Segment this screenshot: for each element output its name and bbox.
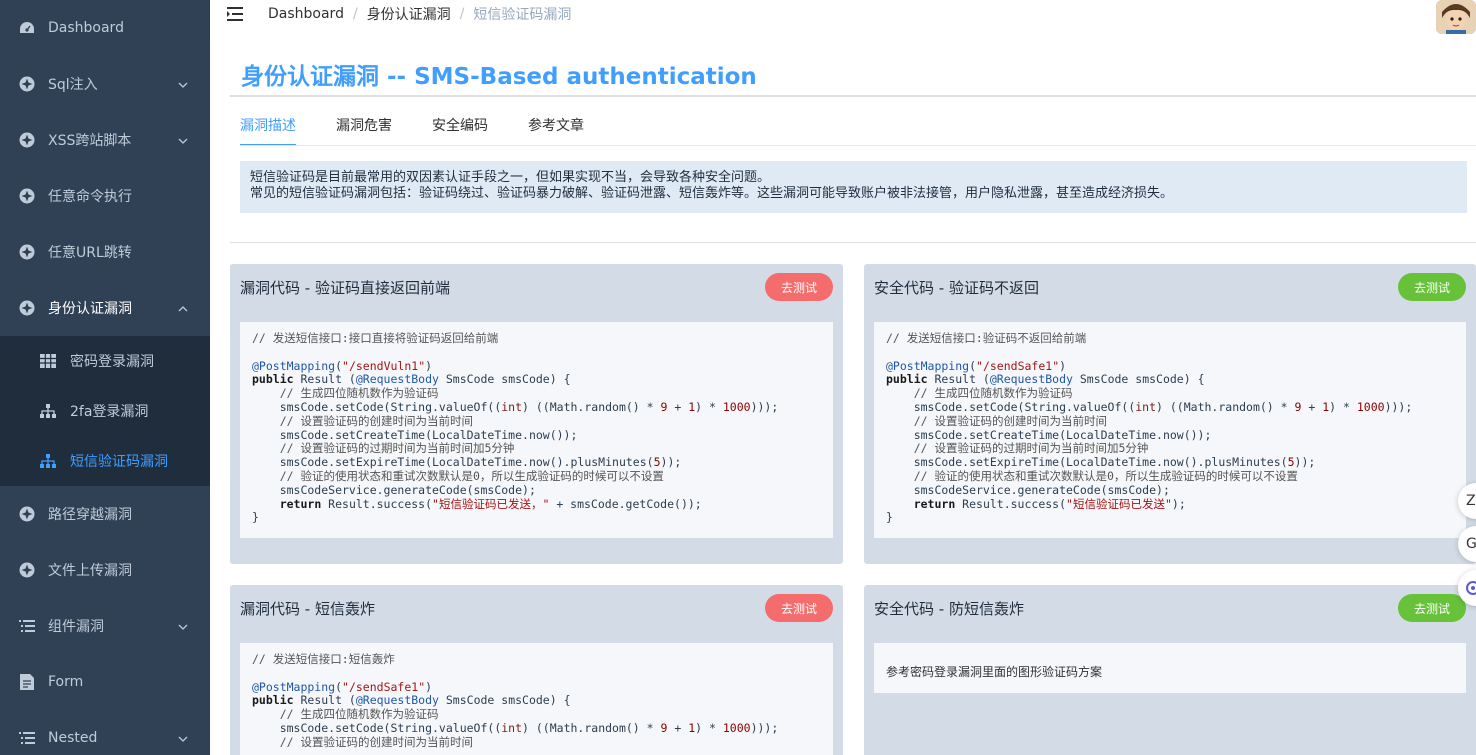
breadcrumb-separator: / <box>352 6 358 22</box>
sidebar-item-label: Sql注入 <box>48 77 98 93</box>
description-line: 短信验证码是目前最常用的双因素认证手段之一，但如果实现不当，会导致各种安全问题。 <box>250 170 771 185</box>
list-icon <box>19 730 35 746</box>
tabs-divider <box>240 145 1476 146</box>
form-icon <box>19 674 35 690</box>
sidebar-item-item-0[interactable]: 路径穿越漏洞 <box>0 486 210 542</box>
text-block: 参考密码登录漏洞里面的图形验证码方案 <box>874 643 1466 693</box>
section-divider <box>230 242 1476 243</box>
sidebar-item-label: 身份认证漏洞 <box>48 301 132 317</box>
avatar[interactable] <box>1436 0 1476 34</box>
sidebar-item-item-3[interactable]: 任意命令执行 <box>0 168 210 224</box>
description-line: 常见的短信验证码漏洞包括：验证码绕过、验证码暴力破解、验证码泄露、短信轰炸等。这… <box>250 186 1174 201</box>
sidebar-item-item-1[interactable]: 文件上传漏洞 <box>0 542 210 598</box>
test-button[interactable]: 去测试 <box>765 594 833 622</box>
dashboard-icon <box>19 20 35 36</box>
safe-code-card-no-return: 安全代码 - 验证码不返回 去测试 // 发送短信接口:验证码不返回给前端 @P… <box>864 264 1476 564</box>
chevron-down-icon <box>178 78 188 88</box>
component-icon <box>19 132 35 148</box>
breadcrumb-current: 短信验证码漏洞 <box>473 7 572 23</box>
sidebar-item-label: 组件漏洞 <box>48 619 104 635</box>
vuln-code-card-sms-bombing: 漏洞代码 - 短信轰炸 去测试 // 发送短信接口:短信轰炸 @PostMapp… <box>230 585 843 755</box>
chevron-down-icon <box>178 134 188 144</box>
tabs: 漏洞描述 漏洞危害 安全编码 参考文章 <box>240 116 624 146</box>
sidebar-item-label: Nested <box>48 730 98 746</box>
safe-code-card-anti-bombing: 安全代码 - 防短信轰炸 去测试 参考密码登录漏洞里面的图形验证码方案 <box>864 585 1476 755</box>
title-divider <box>230 95 1476 97</box>
component-icon <box>19 76 35 92</box>
tab-secure-coding[interactable]: 安全编码 <box>432 116 488 146</box>
tab-description[interactable]: 漏洞描述 <box>240 116 296 146</box>
card-title: 漏洞代码 - 验证码直接返回前端 <box>240 279 450 297</box>
code-text: // 发送短信接口:验证码不返回给前端 @PostMapping("/sendS… <box>886 331 1413 525</box>
sidebar-item-dashboard[interactable]: Dashboard <box>0 0 210 56</box>
description-panel: 短信验证码是目前最常用的双因素认证手段之一，但如果实现不当，会导致各种安全问题。… <box>240 161 1467 213</box>
test-button[interactable]: 去测试 <box>1398 273 1466 301</box>
sidebar-item-item-0[interactable]: 密码登录漏洞 <box>0 336 210 386</box>
component-icon <box>19 188 35 204</box>
sidebar-item-label: 任意命令执行 <box>48 189 132 205</box>
sidebar-item-label: Dashboard <box>48 20 124 36</box>
component-icon <box>19 300 35 316</box>
sidebar-item-label: 任意URL跳转 <box>48 245 132 261</box>
sidebar-item-url[interactable]: 任意URL跳转 <box>0 224 210 280</box>
breadcrumb-dashboard[interactable]: Dashboard <box>268 6 344 22</box>
card-title: 安全代码 - 验证码不返回 <box>874 279 1039 297</box>
tree-icon <box>40 453 56 469</box>
code-block: // 发送短信接口:短信轰炸 @PostMapping("/sendSafe1"… <box>240 643 833 755</box>
card-title: 安全代码 - 防短信轰炸 <box>874 600 1024 618</box>
main-content: 身份认证漏洞 -- SMS-Based authentication 漏洞描述 … <box>210 38 1476 755</box>
vuln-code-card-return-code: 漏洞代码 - 验证码直接返回前端 去测试 // 发送短信接口:接口直接将验证码返… <box>230 264 843 564</box>
breadcrumb-auth-vulns[interactable]: 身份认证漏洞 <box>367 4 451 24</box>
chevron-up-icon <box>178 302 188 312</box>
component-icon <box>19 506 35 522</box>
sidebar-item-label: 路径穿越漏洞 <box>48 507 132 523</box>
sidebar-item-sql[interactable]: Sql注入 <box>0 56 210 112</box>
code-text: // 发送短信接口:接口直接将验证码返回给前端 @PostMapping("/s… <box>252 331 779 525</box>
tab-harm[interactable]: 漏洞危害 <box>336 116 392 146</box>
table-icon <box>40 353 56 369</box>
sidebar-item-form[interactable]: Form <box>0 654 210 710</box>
chevron-down-icon <box>178 732 188 742</box>
sidebar-item-2fa[interactable]: 2fa登录漏洞 <box>0 386 210 436</box>
code-block: // 发送短信接口:验证码不返回给前端 @PostMapping("/sendS… <box>874 322 1466 538</box>
component-icon <box>19 244 35 260</box>
sidebar-item-label: Form <box>48 674 84 690</box>
breadcrumb: Dashboard / 身份认证漏洞 / 短信验证码漏洞 <box>268 4 571 24</box>
sidebar: Dashboard Sql注入 XSS跨站脚本 任意命令执行 任意URL跳转 身份认证漏洞… <box>0 0 210 755</box>
sidebar-item-item-2[interactable]: 组件漏洞 <box>0 598 210 654</box>
sidebar-item-xss[interactable]: XSS跨站脚本 <box>0 112 210 168</box>
sidebar-item-label: 2fa登录漏洞 <box>70 404 149 420</box>
tree-icon <box>40 403 56 419</box>
submenu-auth-vulns: 密码登录漏洞 2fa登录漏洞短信验证码漏洞 <box>0 336 210 486</box>
sidebar-item-label: 文件上传漏洞 <box>48 563 132 579</box>
sidebar-item-item-2[interactable]: 短信验证码漏洞 <box>0 436 210 486</box>
sidebar-item-label: 短信验证码漏洞 <box>70 454 168 470</box>
hamburger-icon[interactable] <box>227 6 245 22</box>
test-button[interactable]: 去测试 <box>1398 594 1466 622</box>
test-button[interactable]: 去测试 <box>765 273 833 301</box>
code-text: // 发送短信接口:短信轰炸 @PostMapping("/sendSafe1"… <box>252 652 779 749</box>
card-title: 漏洞代码 - 短信轰炸 <box>240 600 375 618</box>
code-block: // 发送短信接口:接口直接将验证码返回给前端 @PostMapping("/s… <box>240 322 833 538</box>
page-title: 身份认证漏洞 -- SMS-Based authentication <box>241 64 757 90</box>
sidebar-item-nested[interactable]: Nested <box>0 710 210 755</box>
sidebar-item-label: 密码登录漏洞 <box>70 354 154 370</box>
sidebar-item-label: XSS跨站脚本 <box>48 133 132 149</box>
component-icon <box>19 562 35 578</box>
navbar: Dashboard / 身份认证漏洞 / 短信验证码漏洞 <box>210 0 1476 38</box>
sidebar-item-item-5[interactable]: 身份认证漏洞 <box>0 280 210 336</box>
breadcrumb-separator: / <box>459 6 465 22</box>
chevron-down-icon <box>178 620 188 630</box>
list-icon <box>19 618 35 634</box>
reference-text: 参考密码登录漏洞里面的图形验证码方案 <box>886 665 1103 679</box>
tab-references[interactable]: 参考文章 <box>528 116 584 146</box>
